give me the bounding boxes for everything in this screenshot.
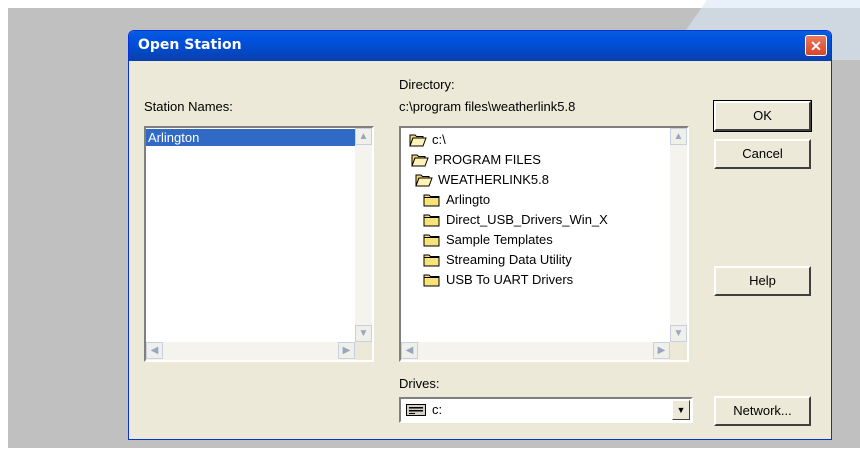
directory-label: Directory: [399, 77, 455, 92]
ok-button[interactable]: OK [713, 100, 812, 132]
directory-horizontal-scrollbar[interactable]: ◀ ▶ [401, 342, 670, 360]
directory-item-label: Streaming Data Utility [446, 252, 572, 267]
directory-path: c:\program files\weatherlink5.8 [399, 99, 576, 114]
open-station-dialog: Open Station ✕ Station Names: Arlington … [128, 30, 832, 440]
cancel-button[interactable]: Cancel [714, 139, 811, 169]
directory-item[interactable]: PROGRAM FILES [411, 150, 541, 170]
directory-item-label: c:\ [432, 132, 446, 147]
scroll-left-button[interactable]: ◀ [401, 342, 418, 359]
directory-item-label: USB To UART Drivers [446, 272, 574, 287]
scroll-left-button[interactable]: ◀ [146, 342, 163, 359]
directory-item-label: Sample Templates [446, 232, 553, 247]
dialog-title: Open Station [138, 37, 242, 53]
scroll-up-button[interactable]: ▲ [670, 128, 687, 145]
station-names-label: Station Names: [144, 99, 233, 114]
dialog-titlebar[interactable]: Open Station ✕ [129, 31, 831, 61]
directory-item-label: Arlingto [446, 192, 491, 207]
scroll-down-button[interactable]: ▼ [355, 325, 372, 342]
folder-icon [423, 253, 441, 267]
scroll-right-button[interactable]: ▶ [338, 342, 355, 359]
drives-combobox[interactable]: c: ▼ [399, 397, 693, 423]
chevron-down-icon[interactable]: ▼ [672, 400, 690, 420]
folder-icon [423, 213, 441, 227]
folder-icon [423, 273, 441, 287]
station-vertical-scrollbar[interactable]: ▲ ▼ [355, 128, 372, 342]
open-folder-icon [409, 133, 427, 147]
scroll-up-button[interactable]: ▲ [355, 128, 372, 145]
scroll-corner [670, 342, 687, 360]
scroll-right-button[interactable]: ▶ [653, 342, 670, 359]
folder-icon [423, 193, 441, 207]
drives-label: Drives: [399, 376, 440, 391]
station-item-arlington[interactable]: Arlington [146, 129, 356, 146]
directory-item[interactable]: USB To UART Drivers [423, 270, 573, 290]
open-folder-icon [411, 153, 429, 167]
close-icon: ✕ [810, 38, 822, 54]
help-button[interactable]: Help [714, 266, 811, 296]
station-horizontal-scrollbar[interactable]: ◀ ▶ [146, 342, 355, 360]
drive-value: c: [432, 402, 443, 417]
directory-item-label: PROGRAM FILES [434, 152, 541, 167]
directory-item[interactable]: c:\ [409, 130, 446, 150]
scroll-down-button[interactable]: ▼ [670, 325, 687, 342]
directory-item[interactable]: Streaming Data Utility [423, 250, 572, 270]
station-names-list[interactable]: Arlington ▲ ▼ ◀ ▶ [144, 126, 374, 362]
directory-item[interactable]: Direct_USB_Drivers_Win_X [423, 210, 608, 230]
directory-vertical-scrollbar[interactable]: ▲ ▼ [670, 128, 687, 342]
drive-icon [406, 404, 426, 419]
directory-item-label: Direct_USB_Drivers_Win_X [446, 212, 608, 227]
folder-icon [423, 233, 441, 247]
open-folder-icon [415, 173, 433, 187]
directory-item[interactable]: WEATHERLINK5.8 [415, 170, 549, 190]
scroll-corner [355, 342, 372, 360]
directory-tree[interactable]: c:\ PROGRAM FILES WEATHERLINK5.8 Arlingto Di… [399, 126, 689, 362]
directory-item[interactable]: Sample Templates [423, 230, 553, 250]
network-button[interactable]: Network... [714, 396, 811, 426]
directory-item[interactable]: Arlingto [423, 190, 490, 210]
directory-item-label: WEATHERLINK5.8 [438, 172, 550, 187]
close-button[interactable]: ✕ [805, 35, 827, 56]
